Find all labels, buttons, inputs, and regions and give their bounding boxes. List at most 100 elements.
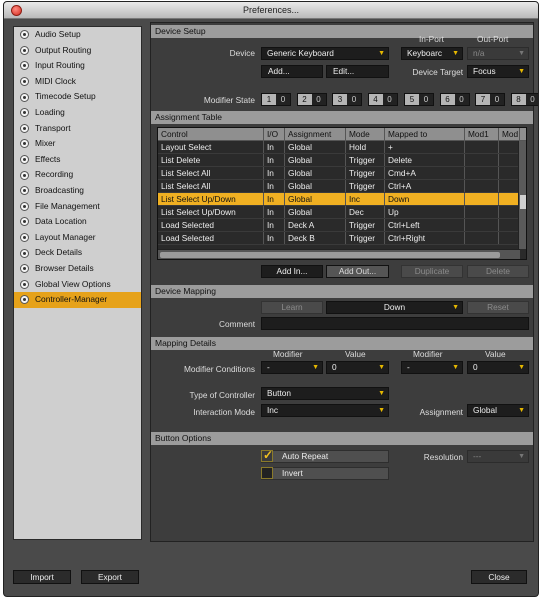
import-button[interactable]: Import: [13, 570, 71, 584]
column-header[interactable]: Mode: [346, 128, 385, 140]
column-header[interactable]: Mapped to: [385, 128, 465, 140]
sidebar-item-label: Layout Manager: [35, 231, 96, 242]
column-header[interactable]: Control: [158, 128, 264, 140]
sidebar-item[interactable]: Output Routing: [14, 43, 141, 59]
assignment-table-header: Assignment Table: [151, 111, 533, 124]
mapped-key-dropdown[interactable]: Down ▼: [326, 301, 463, 314]
table-cell: [499, 154, 520, 166]
sidebar-item[interactable]: Controller-Manager: [14, 292, 141, 308]
sidebar-item[interactable]: Layout Manager: [14, 230, 141, 246]
table-cell: Inc: [346, 193, 385, 205]
condition1-value-dropdown[interactable]: 0 ▼: [326, 361, 389, 374]
add-in-button[interactable]: Add In...: [261, 265, 323, 278]
sidebar-item[interactable]: Input Routing: [14, 58, 141, 74]
window-title: Preferences...: [242, 5, 300, 15]
table-cell: Trigger: [346, 154, 385, 166]
table-cell: Global: [285, 206, 346, 218]
table-cell: Trigger: [346, 219, 385, 231]
device-target-dropdown[interactable]: Focus ▼: [467, 65, 529, 78]
table-row[interactable]: List Delete In Global Trigger Delete: [158, 154, 526, 167]
comment-input[interactable]: [261, 317, 529, 330]
scrollbar-thumb[interactable]: [160, 252, 500, 258]
out-port-dropdown[interactable]: n/a ▼: [467, 47, 529, 60]
type-of-controller-dropdown[interactable]: Button ▼: [261, 387, 389, 400]
duplicate-button[interactable]: Duplicate: [401, 265, 463, 278]
chevron-down-icon: ▼: [518, 50, 525, 57]
device-dropdown[interactable]: Generic Keyboard ▼: [261, 47, 389, 60]
column-header[interactable]: Assignment: [285, 128, 346, 140]
condition1-value: 0: [332, 362, 337, 372]
device-value: Generic Keyboard: [267, 48, 334, 58]
learn-button[interactable]: Learn: [261, 301, 323, 314]
sidebar-item[interactable]: Transport: [14, 121, 141, 137]
column-header[interactable]: Mod: [499, 128, 520, 140]
sidebar-item[interactable]: Browser Details: [14, 261, 141, 277]
sidebar-item[interactable]: Effects: [14, 152, 141, 168]
export-button[interactable]: Export: [81, 570, 139, 584]
invert-label: Invert: [261, 467, 389, 480]
table-row[interactable]: List Select All In Global Trigger Cmd+A: [158, 167, 526, 180]
add-device-button[interactable]: Add...: [261, 65, 323, 78]
table-cell: Global: [285, 141, 346, 153]
sidebar-item[interactable]: Audio Setup: [14, 27, 141, 43]
interaction-mode-label: Interaction Mode: [193, 407, 255, 417]
preferences-window: Preferences... Audio Setup Output Routing…: [3, 1, 539, 597]
sidebar-item[interactable]: Deck Details: [14, 245, 141, 261]
sidebar-item[interactable]: MIDI Clock: [14, 74, 141, 90]
modifier-key: 1: [262, 94, 276, 105]
table-cell: [499, 180, 520, 192]
table-row[interactable]: Layout Select In Global Hold +: [158, 141, 526, 154]
radio-icon: [20, 233, 29, 243]
condition1-modifier-dropdown[interactable]: - ▼: [261, 361, 323, 374]
close-window-icon[interactable]: [11, 5, 22, 16]
sidebar-item[interactable]: Global View Options: [14, 277, 141, 293]
table-row[interactable]: Load Selected In Deck B Trigger Ctrl+Right: [158, 232, 526, 245]
auto-repeat-checkbox[interactable]: [261, 448, 273, 462]
sidebar-item[interactable]: Loading: [14, 105, 141, 121]
radio-icon: [20, 30, 29, 40]
resolution-dropdown[interactable]: --- ▼: [467, 450, 529, 463]
device-target-label: Device Target: [412, 67, 463, 77]
horizontal-scrollbar[interactable]: [158, 249, 520, 259]
sidebar-item[interactable]: Timecode Setup: [14, 89, 141, 105]
sidebar-item-label: Transport: [35, 122, 71, 133]
column-header[interactable]: I/O: [264, 128, 285, 140]
chevron-down-icon: ▼: [518, 407, 525, 414]
chevron-down-icon: ▼: [452, 364, 459, 371]
table-row[interactable]: Load Selected In Deck A Trigger Ctrl+Left: [158, 219, 526, 232]
radio-icon: [20, 201, 29, 211]
interaction-mode-dropdown[interactable]: Inc ▼: [261, 404, 389, 417]
condition2-value-dropdown[interactable]: 0 ▼: [467, 361, 529, 374]
sidebar-item-label: Output Routing: [35, 44, 92, 55]
reset-button[interactable]: Reset: [467, 301, 529, 314]
sidebar-item[interactable]: Broadcasting: [14, 183, 141, 199]
delete-button[interactable]: Delete: [467, 265, 529, 278]
table-cell: Cmd+A: [385, 167, 465, 179]
sidebar-item[interactable]: File Management: [14, 199, 141, 215]
sidebar-item-label: Timecode Setup: [35, 91, 96, 102]
table-cell: In: [264, 219, 285, 231]
scrollbar-thumb[interactable]: [520, 195, 526, 209]
assignment-dropdown[interactable]: Global ▼: [467, 404, 529, 417]
modifier-state-box: 50: [404, 93, 434, 106]
condition2-modifier-dropdown[interactable]: - ▼: [401, 361, 463, 374]
sidebar-item-label: Browser Details: [35, 262, 94, 273]
radio-icon: [20, 279, 29, 289]
invert-checkbox[interactable]: [261, 467, 273, 479]
sidebar-item[interactable]: Data Location: [14, 214, 141, 230]
add-out-button[interactable]: Add Out...: [326, 265, 389, 278]
table-body: Layout Select In Global Hold + List Delete In G…: [158, 141, 526, 245]
vertical-scrollbar[interactable]: [518, 141, 526, 249]
sidebar-item[interactable]: Recording: [14, 167, 141, 183]
table-cell: [499, 141, 520, 153]
column-header[interactable]: Mod1: [465, 128, 499, 140]
close-button[interactable]: Close: [471, 570, 527, 584]
in-port-dropdown[interactable]: Keyboarc ▼: [401, 47, 463, 60]
table-row[interactable]: List Select Up/Down In Global Dec Up: [158, 206, 526, 219]
sidebar-item[interactable]: Mixer: [14, 136, 141, 152]
table-row[interactable]: List Select All In Global Trigger Ctrl+A: [158, 180, 526, 193]
table-row[interactable]: List Select Up/Down In Global Inc Down: [158, 193, 526, 206]
radio-icon: [20, 170, 29, 180]
table-cell: [465, 206, 499, 218]
edit-device-button[interactable]: Edit...: [326, 65, 389, 78]
